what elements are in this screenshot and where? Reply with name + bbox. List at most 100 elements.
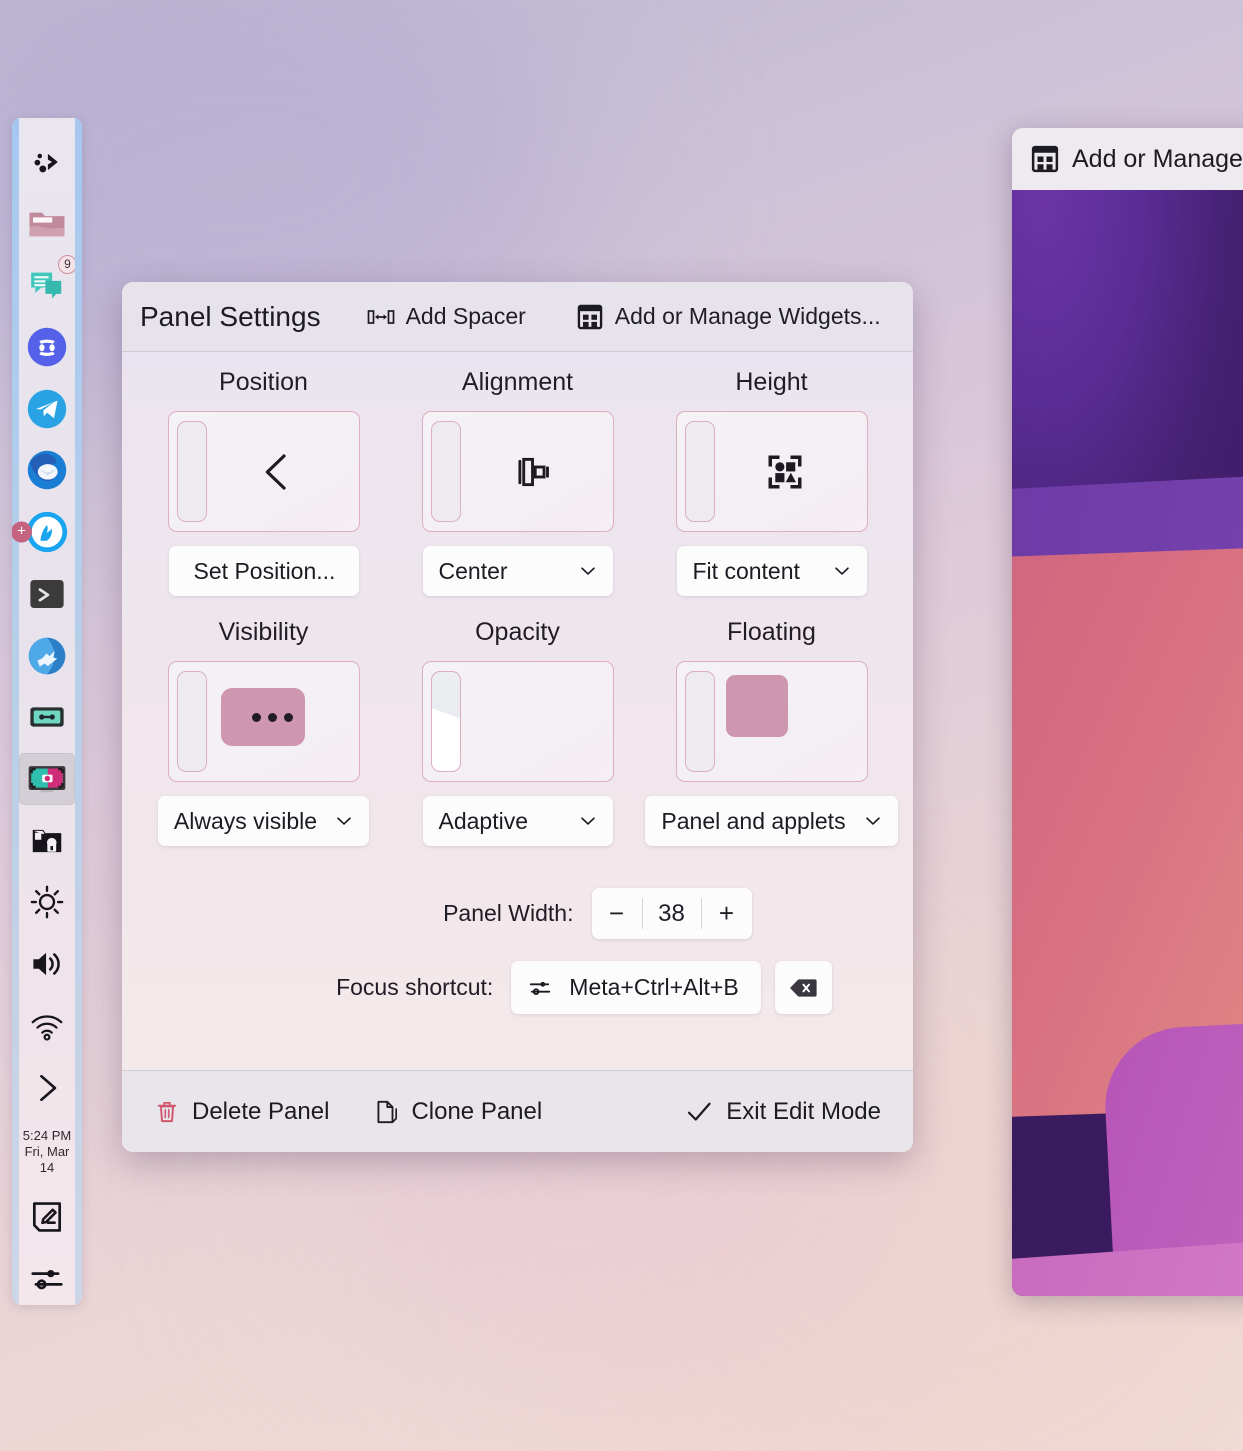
opacity-label: Opacity [475,618,560,647]
terminal-icon [26,573,68,615]
trash-icon [154,1098,180,1126]
add-badge: + [12,522,32,543]
visibility-preview-tile[interactable] [168,661,360,782]
visibility-label: Visibility [219,618,309,647]
settings-grid-row-2: Visibility Always visible [122,618,913,846]
window-titlebar: Add or Manage Widgets... [1012,128,1243,190]
focus-shortcut-label: Focus shortcut: [203,974,493,1001]
focus-shortcut-row: Focus shortcut: Meta+Ctrl+Alt+B [122,961,913,1014]
add-spacer-button[interactable]: Add Spacer [359,297,534,336]
chat-bubbles-icon [28,266,66,304]
screenshot-icon [25,757,69,801]
alignment-label: Alignment [462,368,573,397]
sidebar-item-spectacle[interactable] [19,753,75,805]
digital-clock[interactable]: 5:24 PM Fri, Mar 14 [18,1128,76,1176]
sidebar-item-terminal[interactable] [19,568,75,620]
sidebar-item-zen-browser[interactable]: + [19,506,75,558]
sidebar-item-brightness[interactable] [19,877,75,929]
chevron-right-icon [28,1069,66,1107]
settings-grid-row-1: Position Set Position... Alignment [122,368,913,596]
sidebar-item-show-hidden[interactable] [19,1062,75,1114]
panel-settings-dialog[interactable]: Panel Settings Add Spacer [122,282,913,1152]
sidebar-item-konqueror[interactable] [19,630,75,682]
panel-width-stepper[interactable]: − 38 + [592,888,752,939]
setting-group-alignment: Alignment Center [391,368,645,596]
chevron-down-icon [831,560,853,582]
panel-width-row: Panel Width: − 38 + [122,888,913,939]
panel-width-increment-button[interactable]: + [702,888,752,939]
alignment-combobox[interactable]: Center [423,546,613,596]
sidebar-item-plasma-vault[interactable] [19,815,75,867]
height-combobox[interactable]: Fit content [677,546,867,596]
sidebar-item-messenger[interactable]: 9 [19,259,75,311]
panel-width-value[interactable]: 38 [643,888,701,939]
position-preview-tile[interactable] [168,411,360,532]
vault-lock-icon [28,822,66,860]
sidebar-item-settings[interactable] [19,1253,75,1305]
panel-settings-footer: Delete Panel Clone Panel Exit Edit Mode [122,1070,913,1152]
setting-group-position: Position Set Position... [137,368,391,596]
delete-panel-button[interactable]: Delete Panel [146,1092,337,1132]
chevron-down-icon [862,810,884,832]
sidebar-item-thunderbird[interactable] [19,445,75,497]
visibility-combobox[interactable]: Always visible [158,796,369,846]
thunderbird-icon [25,448,69,492]
clone-panel-button[interactable]: Clone Panel [365,1092,550,1132]
panel-dots-icon [221,688,305,746]
clock-day: 14 [18,1160,76,1176]
focus-shortcut-value: Meta+Ctrl+Alt+B [569,974,738,1001]
chevron-left-icon [253,448,301,496]
widgets-grid-icon [1030,144,1060,174]
folder-icon [26,203,68,245]
setting-group-height: Height [645,368,899,596]
globe-bird-icon [26,635,68,677]
mini-panel-indicator [431,421,461,522]
opacity-combobox[interactable]: Adaptive [423,796,613,846]
mini-panel-indicator [177,671,207,772]
focus-shortcut-field[interactable]: Meta+Ctrl+Alt+B [511,961,760,1014]
add-or-manage-widgets-label: Add or Manage Widgets... [615,303,881,330]
telegram-icon [26,388,68,430]
wallpaper-preview [1012,190,1243,1296]
sidebar-item-network[interactable] [19,1000,75,1052]
opacity-preview-tile[interactable] [422,661,614,782]
mini-panel-indicator [177,421,207,522]
window-title: Add or Manage Widgets... [1072,145,1243,174]
focus-shortcut-clear-button[interactable] [775,961,832,1014]
visibility-value: Always visible [174,808,317,835]
alignment-preview-tile[interactable] [422,411,614,532]
check-icon [684,1097,714,1127]
height-preview-tile[interactable] [676,411,868,532]
fit-content-icon [763,450,807,494]
sidebar-item-tape-recorder[interactable] [19,691,75,743]
floating-applet-icon [726,675,788,737]
panel-settings-body: Position Set Position... Alignment [122,352,913,1070]
add-or-manage-widgets-window[interactable]: Add or Manage Widgets... [1012,128,1243,1296]
kde-launcher-icon [29,144,65,180]
sidebar-item-discord[interactable] [19,321,75,373]
floating-preview-tile[interactable] [676,661,868,782]
panel-settings-header: Panel Settings Add Spacer [122,282,913,352]
sidebar-item-volume[interactable] [19,938,75,990]
floating-value: Panel and applets [661,808,845,835]
unread-badge: 9 [58,255,77,274]
position-label: Position [219,368,308,397]
sidebar-item-telegram[interactable] [19,383,75,435]
page-title: Panel Settings [140,301,321,333]
panel-width-decrement-button[interactable]: − [592,888,642,939]
sun-icon [28,883,66,921]
chevron-down-icon [577,560,599,582]
left-panel-dock[interactable]: 9 [12,118,82,1305]
chevron-down-icon [333,810,355,832]
floating-combobox[interactable]: Panel and applets [645,796,897,846]
add-or-manage-widgets-button[interactable]: Add or Manage Widgets... [568,297,889,337]
sidebar-item-application-launcher[interactable] [19,136,75,188]
sidebar-item-notes[interactable] [19,1192,75,1244]
panel-width-label: Panel Width: [284,900,574,927]
sidebar-item-file-manager[interactable] [19,198,75,250]
set-position-button[interactable]: Set Position... [169,546,359,596]
copy-icon [373,1098,399,1126]
opacity-value: Adaptive [439,808,529,835]
backspace-icon [788,975,818,1001]
exit-edit-mode-button[interactable]: Exit Edit Mode [676,1091,889,1133]
